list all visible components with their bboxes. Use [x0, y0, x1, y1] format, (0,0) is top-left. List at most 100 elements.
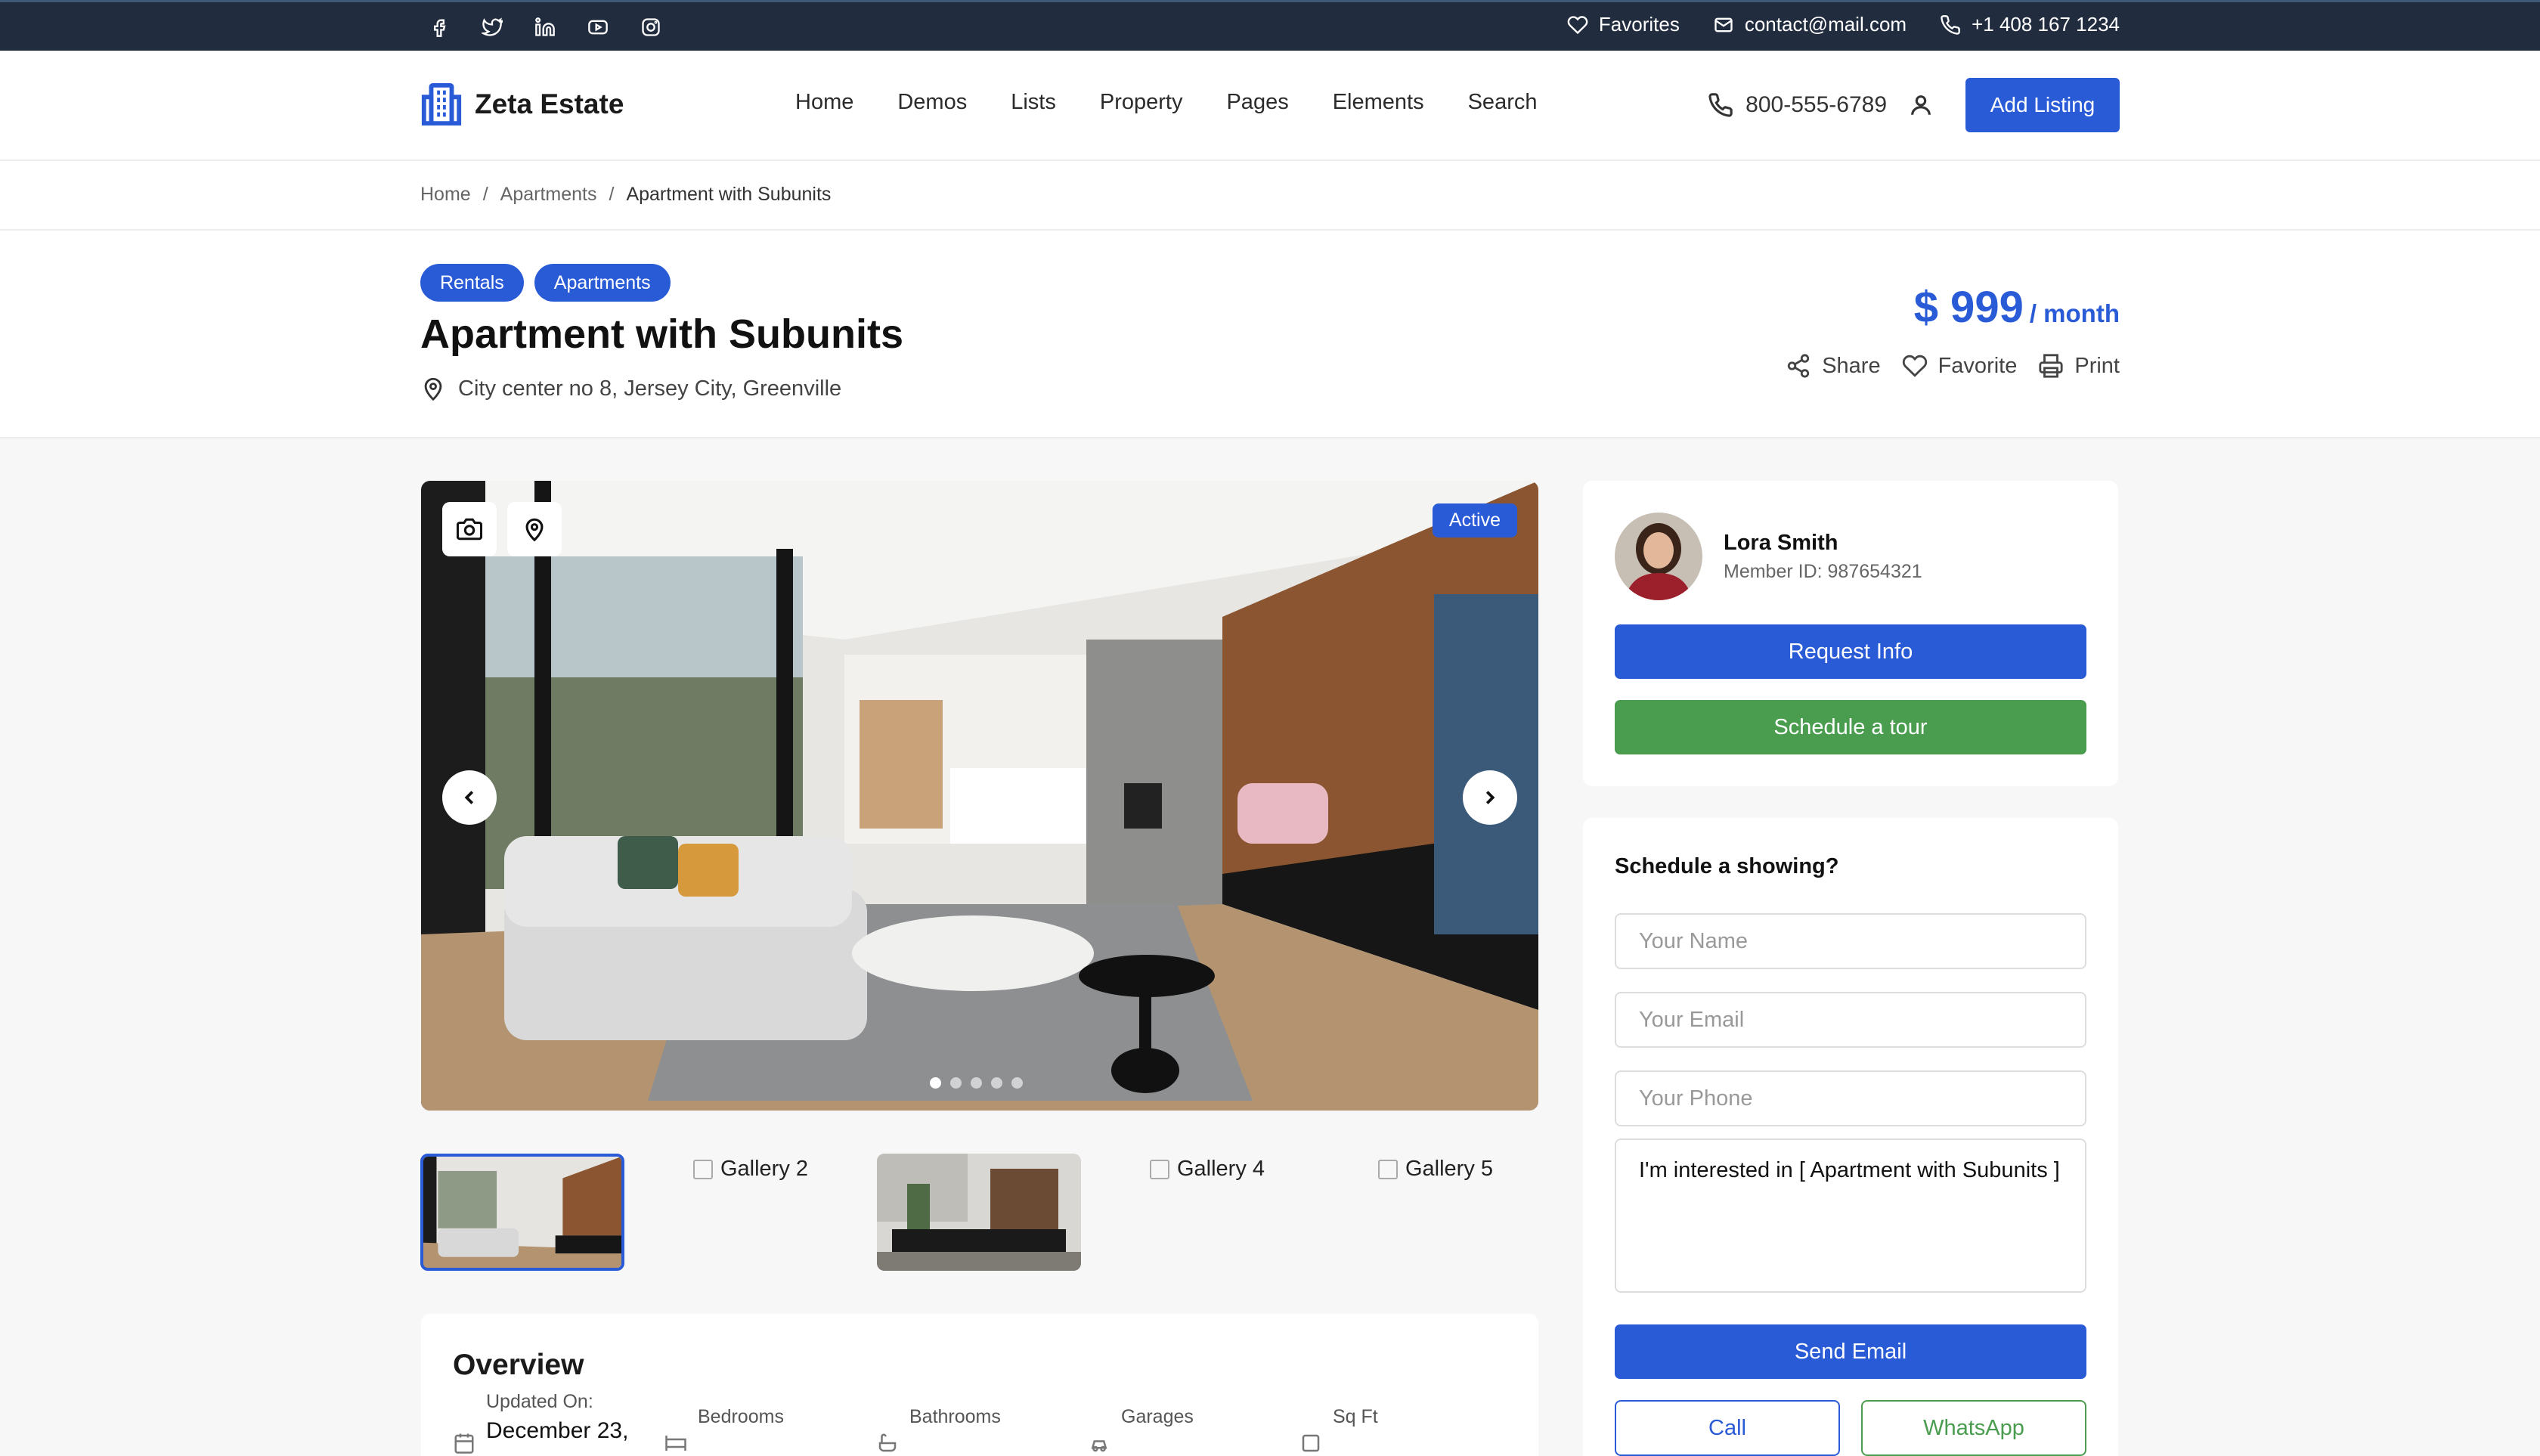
nav-elements[interactable]: Elements [1333, 90, 1424, 115]
message-textarea[interactable]: I'm interested in [ Apartment with Subun… [1615, 1138, 2086, 1293]
thumbnail-2-label: Gallery 2 [720, 1157, 809, 1181]
car-icon [1091, 1440, 1107, 1452]
price-amount: $ 999 [1913, 283, 2024, 332]
listing-tags: Rentals Apartments [420, 264, 671, 302]
agent-name[interactable]: Lora Smith [1724, 531, 1838, 556]
thumbnail-2[interactable]: Gallery 2 [649, 1154, 853, 1271]
email-field[interactable]: Your Email [1615, 992, 2086, 1048]
nav-pages[interactable]: Pages [1226, 90, 1288, 115]
phone-field[interactable]: Your Phone [1615, 1070, 2086, 1126]
request-info-button[interactable]: Request Info [1615, 624, 2086, 679]
email-label: contact@mail.com [1744, 13, 1907, 36]
overview-bedrooms: Bedrooms [664, 1406, 876, 1456]
thumbnail-4[interactable]: Gallery 4 [1105, 1154, 1309, 1271]
overview-bathrooms: Bathrooms [876, 1406, 1088, 1456]
heart-icon [1902, 355, 1927, 377]
social-links [420, 14, 670, 40]
instagram-icon[interactable] [632, 14, 670, 40]
favorite-label: Favorite [1938, 353, 2018, 378]
phone-icon [1708, 93, 1733, 117]
overview-bathrooms-label: Bathrooms [909, 1406, 1001, 1427]
status-badge: Active [1432, 503, 1517, 537]
tag-apartments[interactable]: Apartments [534, 264, 671, 302]
breadcrumb-bar: Home / Apartments / Apartment with Subun… [0, 161, 2540, 231]
gallery-prev-button[interactable] [442, 770, 497, 825]
facebook-icon[interactable] [420, 14, 458, 40]
main-nav: Home Demos Lists Property Pages Elements… [795, 90, 1537, 115]
nav-search[interactable]: Search [1468, 90, 1538, 115]
overview-bedrooms-label: Bedrooms [698, 1406, 784, 1427]
user-icon[interactable] [1908, 92, 1934, 118]
address-text: City center no 8, Jersey City, Greenvill… [458, 376, 842, 401]
map-button[interactable] [507, 502, 562, 556]
favorite-button[interactable]: Favorite [1902, 353, 2018, 379]
photos-button[interactable] [442, 502, 497, 556]
page-title: Apartment with Subunits [420, 311, 903, 357]
map-pin-icon [424, 377, 442, 401]
thumbnail-5[interactable]: Gallery 5 [1334, 1154, 1538, 1271]
add-listing-button[interactable]: Add Listing [1965, 78, 2120, 132]
overview-garages-label: Garages [1121, 1406, 1194, 1427]
photo-gallery[interactable]: Active [421, 481, 1538, 1111]
schedule-tour-button[interactable]: Schedule a tour [1615, 700, 2086, 754]
nav-property[interactable]: Property [1100, 90, 1183, 115]
whatsapp-button[interactable]: WhatsApp [1861, 1400, 2086, 1456]
thumbnail-1[interactable] [420, 1154, 624, 1271]
bath-icon [878, 1433, 897, 1452]
gallery-next-button[interactable] [1463, 770, 1517, 825]
broken-image-icon [692, 1160, 713, 1179]
listing-price: $ 999/ month [1914, 282, 2120, 333]
pagination-dot-3[interactable] [971, 1077, 982, 1089]
gallery-pagination [930, 1077, 1023, 1089]
nav-demos[interactable]: Demos [897, 90, 967, 115]
avatar[interactable] [1615, 513, 1702, 600]
thumbnail-3-image [877, 1154, 1081, 1271]
pagination-dot-4[interactable] [991, 1077, 1002, 1089]
printer-icon [2039, 354, 2063, 378]
breadcrumb-separator: / [482, 184, 488, 205]
email-link[interactable]: contact@mail.com [1713, 13, 1907, 36]
send-email-button[interactable]: Send Email [1615, 1324, 2086, 1379]
share-button[interactable]: Share [1786, 353, 1881, 379]
call-button[interactable]: Call [1615, 1400, 1840, 1456]
pagination-dot-1[interactable] [930, 1077, 941, 1089]
overview-title: Overview [453, 1349, 584, 1381]
nav-lists[interactable]: Lists [1011, 90, 1056, 115]
youtube-icon[interactable] [579, 14, 617, 40]
phone-icon [1941, 14, 1960, 35]
tag-rentals[interactable]: Rentals [420, 264, 524, 302]
breadcrumb-apartments[interactable]: Apartments [500, 184, 597, 206]
overview-updated-label: Updated On: [486, 1391, 593, 1412]
agent-card: Lora Smith Member ID: 987654321 Request … [1583, 481, 2118, 786]
overview-updated: Updated On: December 23, [453, 1391, 664, 1456]
pagination-dot-2[interactable] [950, 1077, 962, 1089]
gallery-thumbnails: Gallery 2 Gallery 4 Gallery 5 [420, 1154, 1538, 1271]
thumbnail-4-label: Gallery 4 [1176, 1157, 1265, 1181]
camera-icon [457, 518, 482, 541]
header-phone[interactable]: 800-555-6789 [1708, 92, 1887, 118]
breadcrumb-separator: / [609, 184, 615, 205]
agent-member-id: Member ID: 987654321 [1724, 561, 1922, 582]
thumbnail-3[interactable] [877, 1154, 1081, 1271]
breadcrumb-home[interactable]: Home [420, 184, 471, 206]
twitter-icon[interactable] [473, 14, 511, 40]
pagination-dot-5[interactable] [1011, 1077, 1023, 1089]
brand-name: Zeta Estate [475, 88, 624, 119]
map-pin-icon [525, 518, 544, 542]
overview-sqft: Sq Ft [1299, 1406, 1511, 1456]
phone-link[interactable]: +1 408 167 1234 [1940, 13, 2120, 36]
nav-home[interactable]: Home [795, 90, 853, 115]
linkedin-icon[interactable] [526, 14, 564, 40]
bed-icon [665, 1436, 686, 1451]
listing-actions: Share Favorite Print [1786, 353, 2120, 379]
brand-logo[interactable]: Zeta Estate [420, 82, 624, 126]
favorites-label: Favorites [1598, 13, 1680, 36]
breadcrumb-current: Apartment with Subunits [626, 184, 832, 205]
overview-garages: Garages [1088, 1406, 1299, 1456]
phone-label: +1 408 167 1234 [1972, 13, 2120, 36]
main-header: Zeta Estate Home Demos Lists Property Pa… [0, 51, 2540, 161]
calendar-icon [454, 1433, 474, 1454]
name-field[interactable]: Your Name [1615, 913, 2086, 969]
favorites-link[interactable]: Favorites [1567, 13, 1680, 36]
print-button[interactable]: Print [2038, 353, 2120, 379]
